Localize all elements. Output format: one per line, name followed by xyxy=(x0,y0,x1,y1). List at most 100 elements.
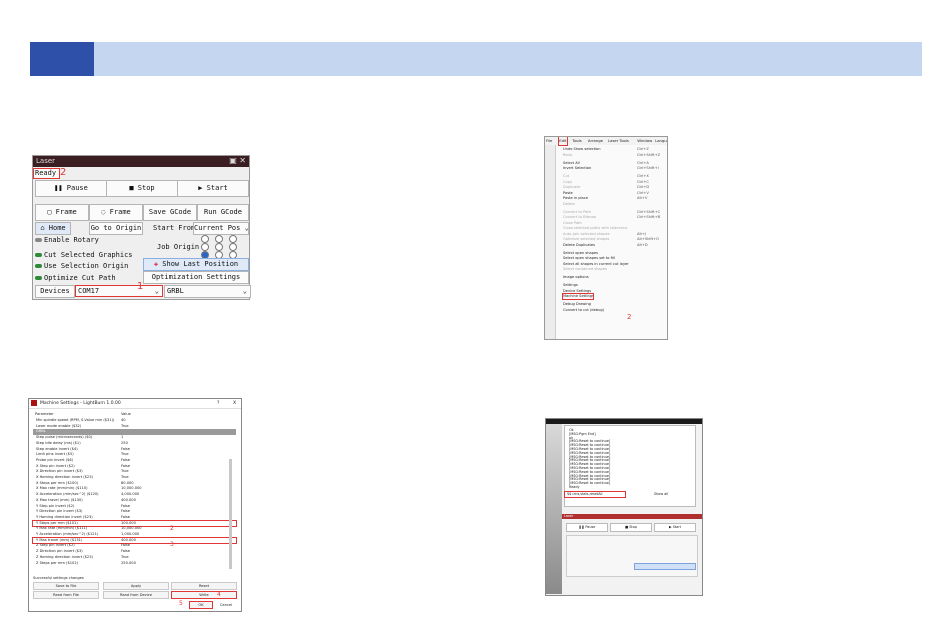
laser-controls xyxy=(566,535,698,577)
menu-item[interactable]: Redo Ctrl+Shift+Z xyxy=(563,153,663,158)
origin-radio-mr[interactable] xyxy=(229,243,237,251)
toggle-icon xyxy=(35,238,42,242)
laser-panel: Laser ▣ ✕ Ready 2 ❚❚ Pause ■ Stop ▶ Star… xyxy=(32,155,251,300)
table-row[interactable]: X Acceleration (mm/sec^2) ($120) 4,000.00… xyxy=(33,492,236,497)
run-gcode-button[interactable]: Run GCode xyxy=(197,204,249,221)
table-row[interactable]: Step idle delay (ms) ($1) 250 xyxy=(33,441,236,446)
menu-language[interactable]: Language xyxy=(655,137,667,145)
menu-item-shortcut: Ctrl+Shift+I xyxy=(637,166,659,170)
start-button[interactable]: ▶ Start xyxy=(654,523,696,532)
menu-arrange[interactable]: Arrange xyxy=(588,137,603,145)
table-row[interactable]: GRBL xyxy=(33,429,236,435)
write-button[interactable]: Write xyxy=(171,591,237,599)
command-input[interactable]: $$=ms,stats,resetAll xyxy=(564,491,626,498)
table-row[interactable]: Y Direction pin invert ($3) False xyxy=(33,509,236,514)
close-icon[interactable]: ▣ ✕ xyxy=(229,156,246,165)
menu-item-label: Paste in place xyxy=(563,196,588,200)
menu-item[interactable]: Machine Settings xyxy=(562,292,594,301)
pause-button[interactable]: ❚❚ Pause xyxy=(35,180,107,197)
home-label: Home xyxy=(48,224,66,232)
table-row[interactable]: Z Homing direction invert ($23) True xyxy=(33,555,236,560)
home-button[interactable]: ⌂ Home xyxy=(35,222,71,235)
port-select[interactable]: COM17 ⌄ xyxy=(75,285,163,297)
enable-rotary-toggle[interactable]: Enable Rotary xyxy=(35,236,99,244)
cancel-button[interactable]: Cancel xyxy=(215,601,237,609)
table-row[interactable]: X Direction pin invert ($3) True xyxy=(33,469,236,474)
show-last-position-button[interactable]: ✚ Show Last Position xyxy=(143,258,249,271)
selected-button[interactable] xyxy=(634,563,696,570)
devices-button[interactable]: Devices xyxy=(35,285,75,298)
cut-selected-toggle[interactable]: Cut Selected Graphics xyxy=(35,251,133,259)
row-parameter: Z Steps per mm ($102) xyxy=(36,560,79,565)
play-icon: ▶ xyxy=(669,525,672,529)
row-value: False xyxy=(121,543,131,548)
table-row[interactable]: Laser mode enable ($32) True xyxy=(33,424,236,429)
read-from-device-button[interactable]: Read from Device xyxy=(103,591,169,599)
table-row[interactable]: X Max travel (mm) ($130) 400.000 xyxy=(33,498,236,503)
scrollbar[interactable] xyxy=(229,459,232,569)
row-value: True xyxy=(121,475,129,479)
table-row[interactable]: Probe pin invert ($6) False xyxy=(33,458,236,463)
table-row[interactable]: Step pulse (microseconds) ($0) 1 xyxy=(33,435,236,440)
start-from-select[interactable]: Current Pos ⌄ xyxy=(193,222,249,235)
table-row[interactable]: X Homing direction invert ($23) True xyxy=(33,475,236,480)
menu-item[interactable]: Delete Duplicates Alt+D xyxy=(563,243,663,248)
menu-item-label: Debug Drawing xyxy=(563,302,591,306)
table-row[interactable]: Limit pins invert ($5) True xyxy=(33,452,236,457)
start-button[interactable]: ▶ Start xyxy=(177,180,249,197)
use-selection-origin-label: Use Selection Origin xyxy=(44,262,129,270)
row-parameter: Z Homing direction invert ($23) xyxy=(36,554,93,559)
device-select[interactable]: GRBL ⌄ xyxy=(164,285,251,298)
apply-button[interactable]: Apply xyxy=(103,582,169,590)
pause-button[interactable]: ❚❚ Pause xyxy=(566,523,608,532)
origin-radio-tl[interactable] xyxy=(201,235,209,243)
origin-radio-ml[interactable] xyxy=(201,243,209,251)
table-row[interactable]: Y Homing direction invert ($23) False xyxy=(33,515,236,520)
table-row[interactable]: Y Acceleration (mm/sec^2) ($121) 1,000.00… xyxy=(33,532,236,537)
menu-item[interactable]: Convert to cut (debug) xyxy=(563,308,663,313)
table-row[interactable]: X Step pin invert ($2) False xyxy=(33,464,236,469)
menu-item[interactable]: Select contained shapes xyxy=(563,267,663,272)
reset-button[interactable]: Reset xyxy=(171,582,237,590)
use-selection-origin-toggle[interactable]: Use Selection Origin xyxy=(35,262,128,270)
stop-button[interactable]: ■ Stop xyxy=(106,180,178,197)
row-parameter: Y Max travel (mm) ($131) xyxy=(36,537,83,542)
table-row[interactable]: X Steps per mm ($100) 80.000 xyxy=(33,481,236,486)
menu-window[interactable]: Window xyxy=(637,137,652,145)
save-gcode-button[interactable]: Save GCode xyxy=(143,204,197,221)
table-row[interactable]: Step enable invert ($4) False xyxy=(33,447,236,452)
row-value: 80.000 xyxy=(121,480,134,485)
origin-radio-tc[interactable] xyxy=(215,235,223,243)
menu-item[interactable]: Image options xyxy=(563,275,663,280)
optimize-cut-path-toggle[interactable]: Optimize Cut Path xyxy=(35,274,116,282)
menu-item[interactable]: Invert Selection Ctrl+Shift+I xyxy=(563,166,663,171)
origin-radio-mc[interactable] xyxy=(215,243,223,251)
console-line: Ready xyxy=(569,485,580,489)
menu-item[interactable]: Delete xyxy=(563,202,663,207)
stop-button[interactable]: ■ Stop xyxy=(610,523,652,532)
menu-edit[interactable]: Edit xyxy=(558,137,568,146)
help-icon[interactable]: ? xyxy=(217,399,219,408)
table-row[interactable]: Z Steps per mm ($102) 250.000 xyxy=(33,561,236,566)
circle-frame-button[interactable]: ◌ Frame xyxy=(89,204,143,221)
menu-tools[interactable]: Tools xyxy=(572,137,581,145)
frame-button[interactable]: ▢ Frame xyxy=(35,204,89,221)
table-row[interactable]: Z Direction pin invert ($3) False xyxy=(33,549,236,554)
go-to-origin-button[interactable]: Go to Origin xyxy=(89,222,143,235)
table-row[interactable]: Y Max rate (mm/min) ($111) 10,000.000 xyxy=(33,526,236,531)
table-row[interactable]: Y Max travel (mm) ($131) 400.000 xyxy=(32,536,237,544)
menu-file[interactable]: File xyxy=(546,137,552,145)
command-value: $$=ms,stats,resetAll xyxy=(567,492,603,496)
save-to-file-button[interactable]: Save to File xyxy=(33,582,99,590)
table-row[interactable]: Y Steps per mm ($101) 100.000 xyxy=(32,519,237,527)
table-row[interactable]: Y Step pin invert ($2) False xyxy=(33,504,236,509)
origin-radio-tr[interactable] xyxy=(229,235,237,243)
table-row[interactable]: X Max rate (mm/min) ($110) 10,000.000 xyxy=(33,486,236,491)
optimization-settings-button[interactable]: Optimization Settings xyxy=(143,271,249,284)
table-row[interactable]: Z Step pin invert ($2) False xyxy=(33,543,236,548)
menu-laser-tools[interactable]: Laser Tools xyxy=(608,137,629,145)
read-from-file-button[interactable]: Read from File xyxy=(33,591,99,599)
ok-button[interactable]: OK xyxy=(189,601,213,609)
close-icon[interactable]: X xyxy=(233,399,236,408)
table-row[interactable]: Min spindle speed (RPM, S-Value min ($31… xyxy=(33,418,236,423)
